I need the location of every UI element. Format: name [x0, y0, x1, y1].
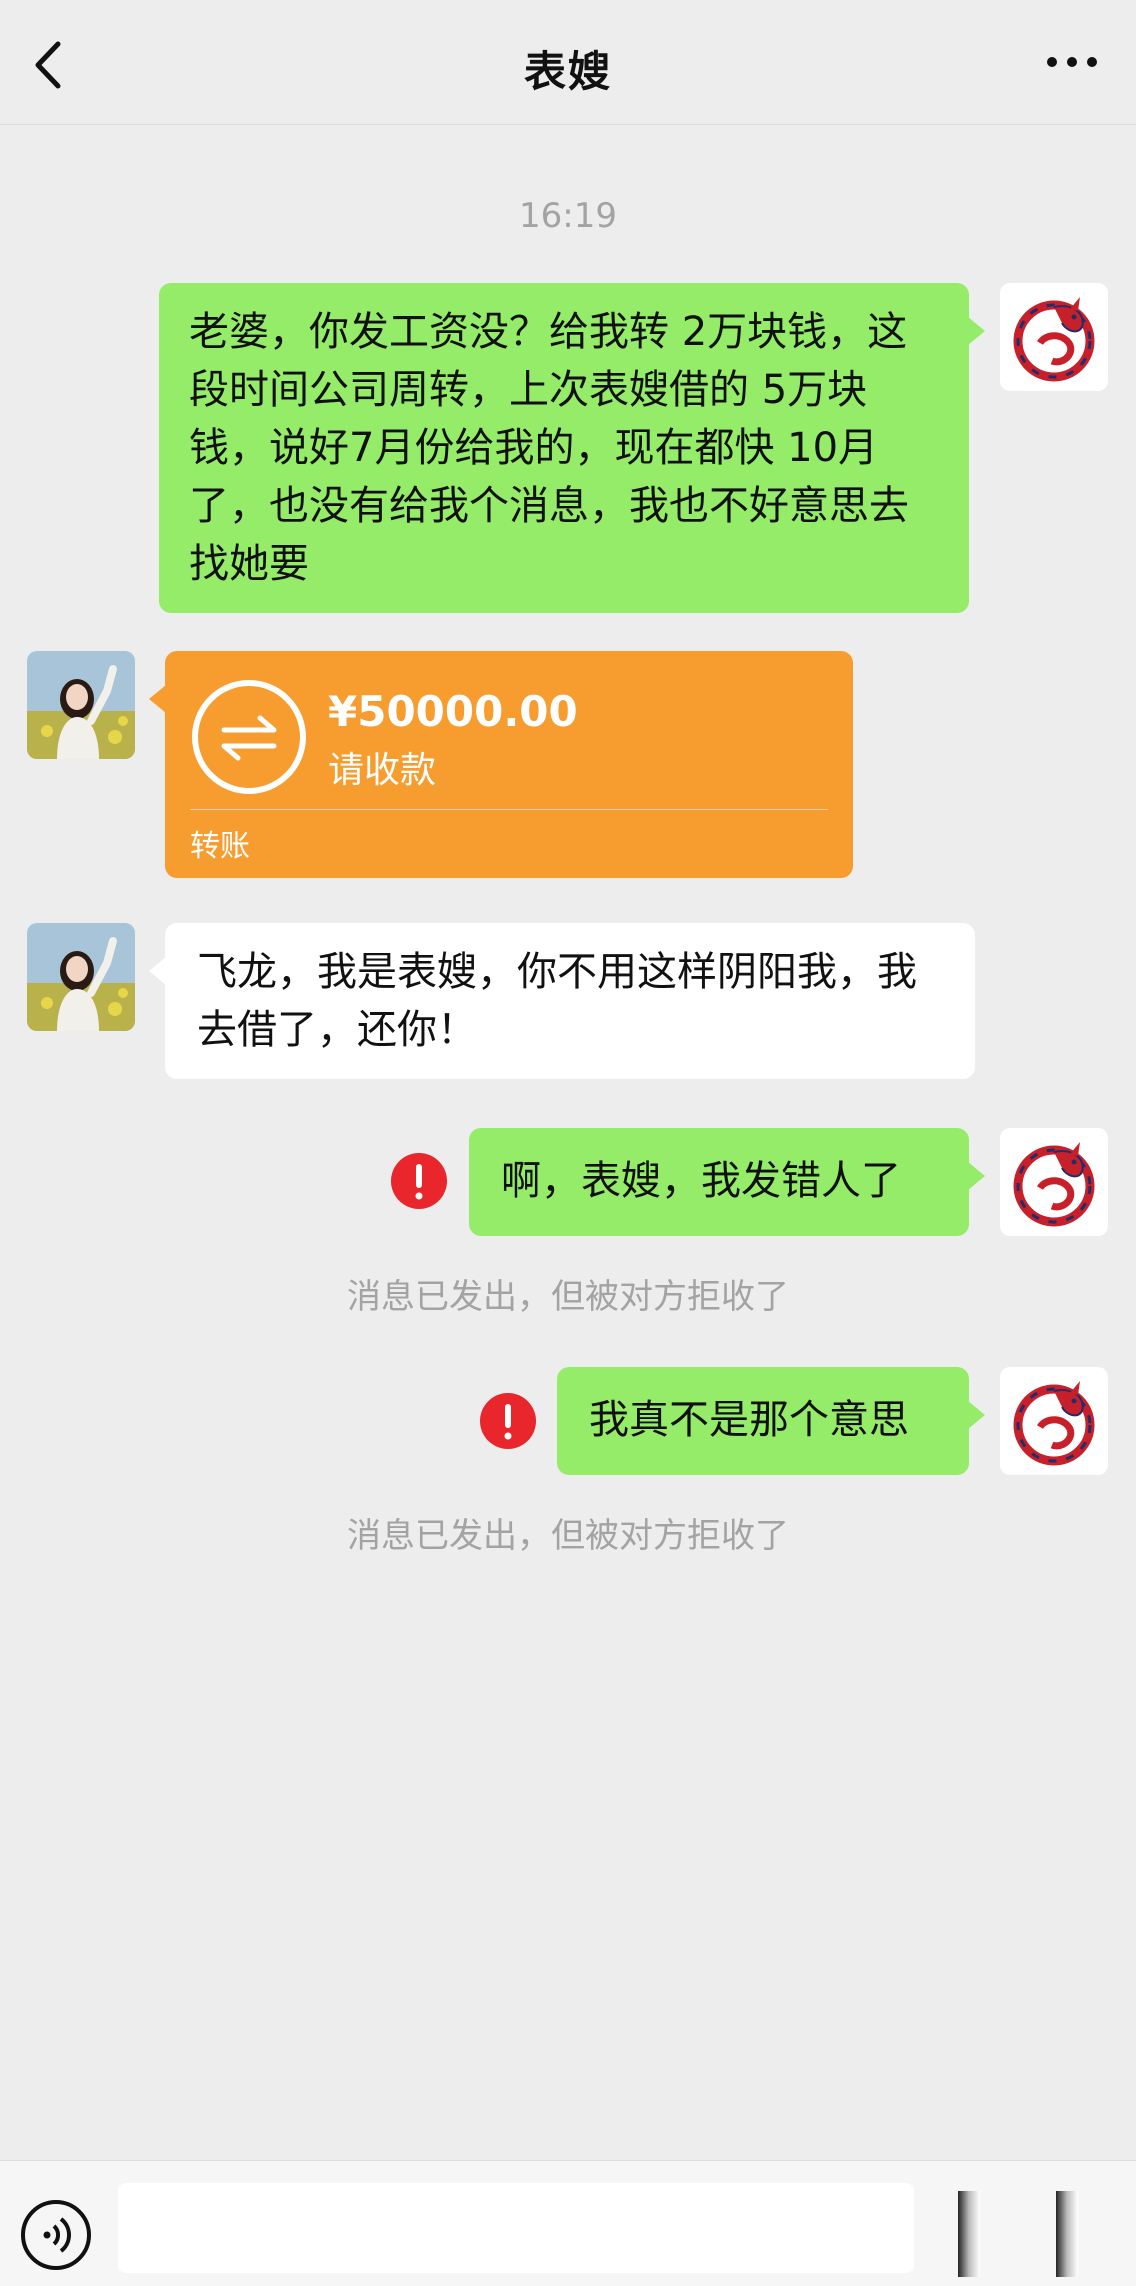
message-bubble-outgoing[interactable]: 老婆，你发工资没？给我转 2万块钱，这段时间公司周转，上次表嫂借的 5万块钱，说…: [159, 283, 985, 613]
more-button[interactable]: [1044, 52, 1100, 72]
transfer-card[interactable]: ¥50000.00 请收款 转账: [149, 651, 853, 878]
transfer-amount: ¥50000.00: [328, 687, 578, 736]
contact-avatar[interactable]: [27, 651, 135, 759]
voice-button[interactable]: [20, 2199, 92, 2271]
dragon-avatar: [1000, 1128, 1108, 1236]
my-avatar[interactable]: [1000, 283, 1108, 391]
my-avatar[interactable]: [1000, 1128, 1108, 1236]
add-button[interactable]: [1056, 2191, 1078, 2277]
rejection-notice: 消息已发出，但被对方拒收了: [347, 1516, 789, 1556]
message-bubble-outgoing[interactable]: 啊，表嫂，我发错人了: [469, 1128, 985, 1236]
voice-icon: [21, 2200, 91, 2270]
emoji-button[interactable]: [958, 2191, 980, 2277]
my-avatar[interactable]: [1000, 1367, 1108, 1475]
more-icon: [1047, 57, 1097, 67]
message-text: 啊，表嫂，我发错人了: [501, 1158, 901, 1204]
message-bubble-incoming[interactable]: 飞龙，我是表嫂，你不用这样阴阳我，我去借了，还你！: [149, 923, 975, 1079]
rejection-notice: 消息已发出，但被对方拒收了: [347, 1277, 789, 1317]
message-bubble-outgoing[interactable]: 我真不是那个意思: [557, 1367, 985, 1475]
contact-avatar[interactable]: [27, 923, 135, 1031]
dragon-avatar: [1000, 1367, 1108, 1475]
message-input[interactable]: [118, 2183, 914, 2273]
message-text: 我真不是那个意思: [589, 1397, 909, 1443]
message-text: 老婆，你发工资没？给我转 2万块钱，这段时间公司周转，上次表嫂借的 5万块钱，说…: [189, 309, 909, 587]
dragon-avatar: [1000, 283, 1108, 391]
girl-avatar: [27, 651, 135, 759]
chat-title: 表嫂: [523, 47, 612, 96]
girl-avatar: [27, 923, 135, 1031]
transfer-status: 请收款: [328, 750, 437, 791]
alert-icon[interactable]: [390, 1152, 448, 1210]
divider: [190, 809, 828, 810]
alert-icon[interactable]: [479, 1392, 537, 1450]
transfer-arrows-icon: [192, 680, 306, 794]
input-bar: [0, 2160, 1136, 2286]
transfer-label: 转账: [190, 829, 250, 864]
message-timestamp: 16:19: [519, 196, 617, 236]
chat-header: 表嫂: [0, 0, 1136, 125]
message-text: 飞龙，我是表嫂，你不用这样阴阳我，我去借了，还你！: [197, 949, 917, 1053]
